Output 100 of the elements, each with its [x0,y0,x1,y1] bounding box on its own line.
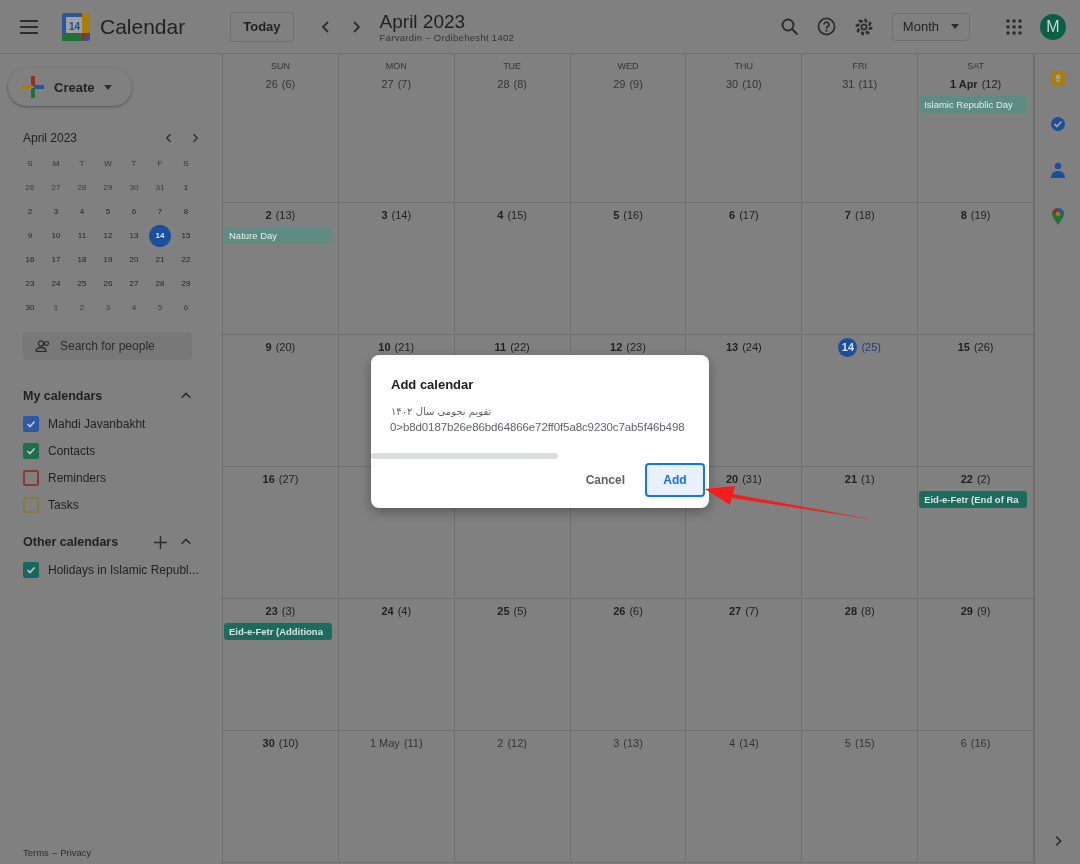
mini-calendar-day[interactable]: 16 [19,249,41,271]
mini-calendar-day[interactable]: 7 [149,201,171,223]
day-number[interactable]: 4 [497,209,504,221]
mini-calendar-day[interactable]: 29 [175,273,197,295]
apps-grid-icon[interactable] [1006,18,1022,35]
day-cell[interactable]: 23 (3) Eid-e-Fetr (Additiona [223,599,339,731]
account-avatar[interactable]: M [1040,13,1066,40]
view-dropdown[interactable]: Month [891,12,970,41]
day-number[interactable]: 27 [729,605,742,617]
day-cell[interactable]: TUE 28 (8) [454,54,571,203]
help-icon[interactable] [816,17,836,36]
day-number[interactable]: 12 [610,341,623,353]
mini-calendar-day[interactable]: 28 [149,273,171,295]
day-cell[interactable]: THU 30 (10) [686,54,803,203]
day-number[interactable]: 26 [265,78,278,90]
settings-icon[interactable] [853,16,874,37]
day-cell[interactable]: MON 27 (7) [338,54,455,203]
day-cell[interactable]: 29 (9) [918,599,1034,731]
mini-calendar-day[interactable]: 6 [123,201,145,223]
mini-calendar-day[interactable]: 26 [19,177,41,199]
mini-calendar-day[interactable]: 1 [175,177,197,199]
day-cell[interactable]: 2 (12) [454,731,571,863]
day-number[interactable]: 10 [378,341,391,353]
day-cell[interactable]: 3 (13) [570,731,687,863]
mini-calendar-day[interactable]: 3 [45,201,67,223]
day-number[interactable]: 24 [381,605,394,617]
day-cell[interactable]: 5 (15) [802,731,919,863]
mini-calendar-day[interactable]: 14 [149,225,171,247]
create-button[interactable]: Create [8,68,132,106]
add-button[interactable] [154,535,167,549]
checkbox[interactable] [23,469,39,486]
day-number[interactable]: 5 [844,737,851,749]
day-cell[interactable]: 3 (14) [338,203,455,335]
mini-calendar-day[interactable]: 30 [19,297,41,319]
mini-calendar-day[interactable]: 12 [97,225,119,247]
day-number[interactable]: 30 [262,737,275,749]
today-button[interactable]: Today [230,11,294,42]
mini-calendar-day[interactable]: 19 [97,249,119,271]
day-cell[interactable]: 7 (18) [802,203,919,335]
day-number[interactable]: 22 [960,473,973,485]
day-number[interactable]: 5 [613,209,620,221]
day-cell[interactable]: 28 (8) [802,599,919,731]
day-cell[interactable]: 6 (16) [918,731,1034,863]
day-number[interactable]: 26 [613,605,626,617]
menu-icon[interactable] [20,19,38,34]
mini-calendar-day[interactable]: 18 [71,249,93,271]
day-number[interactable]: 30 [725,78,739,90]
checkbox[interactable] [23,415,39,432]
mini-calendar-day[interactable]: 26 [97,273,119,295]
mini-calendar-day[interactable]: 8 [175,201,197,223]
day-number[interactable]: 13 [725,341,739,353]
day-number[interactable]: 7 [844,209,851,221]
day-cell[interactable]: 24 (4) [338,599,455,731]
mini-calendar-day[interactable]: 2 [19,201,41,223]
day-number[interactable]: 3 [381,209,388,221]
day-number[interactable]: 6 [960,737,967,749]
day-cell[interactable]: 4 (14) [686,731,803,863]
day-number[interactable]: 27 [381,78,394,90]
mini-calendar-day[interactable]: 22 [175,249,197,271]
day-number[interactable]: 20 [725,473,739,485]
day-cell[interactable]: WED 29 (9) [570,54,687,203]
mini-calendar-day[interactable]: 31 [149,177,171,199]
event-chip[interactable]: Islamic Republic Day [919,96,1027,113]
day-cell[interactable]: SUN 26 (6) [223,54,339,203]
day-number[interactable]: 4 [729,737,736,749]
scrollbar[interactable] [371,453,558,459]
day-cell[interactable]: 27 (7) [686,599,803,731]
search-icon[interactable] [780,17,799,36]
day-number[interactable]: 25 [497,605,510,617]
tasks-icon[interactable] [1049,116,1066,132]
mini-calendar-day[interactable]: 29 [97,177,119,199]
day-cell[interactable]: 4 (15) [454,203,571,335]
event-chip[interactable]: Eid-e-Fetr (End of Ra [919,491,1027,508]
contacts-icon[interactable] [1050,162,1065,178]
mini-calendar-day[interactable]: 23 [19,273,41,295]
privacy-link[interactable]: Privacy [60,847,92,858]
day-number[interactable]: 2 [265,209,272,221]
day-cell[interactable]: FRI 31 (11) [802,54,919,203]
day-cell[interactable]: 22 (2) Eid-e-Fetr (End of Ra [918,467,1034,599]
mini-calendar-day[interactable]: 21 [149,249,171,271]
event-chip[interactable]: Nature Day [224,227,332,244]
mini-calendar-day[interactable]: 25 [71,273,93,295]
day-number[interactable]: 21 [844,473,858,485]
day-number[interactable]: 28 [844,605,858,617]
day-cell[interactable]: 14 (25) [802,335,919,467]
mini-calendar-day[interactable]: 5 [97,201,119,223]
map-pin-icon[interactable] [1051,208,1064,225]
day-cell[interactable]: 1 May (11) [338,731,455,863]
mini-calendar-day[interactable]: 27 [123,273,145,295]
mini-calendar-day[interactable]: 17 [45,249,67,271]
day-number[interactable]: 16 [262,473,275,485]
day-cell[interactable]: 25 (5) [454,599,571,731]
terms-link[interactable]: Terms [23,847,49,858]
mini-calendar-day[interactable]: 20 [123,249,145,271]
day-number[interactable]: 2 [497,737,504,749]
cancel-button[interactable]: Cancel [575,463,635,497]
day-number[interactable]: 11 [494,341,507,353]
day-cell[interactable]: 5 (16) [570,203,687,335]
day-number[interactable]: 31 [842,78,855,90]
mini-calendar-day[interactable]: 24 [45,273,67,295]
